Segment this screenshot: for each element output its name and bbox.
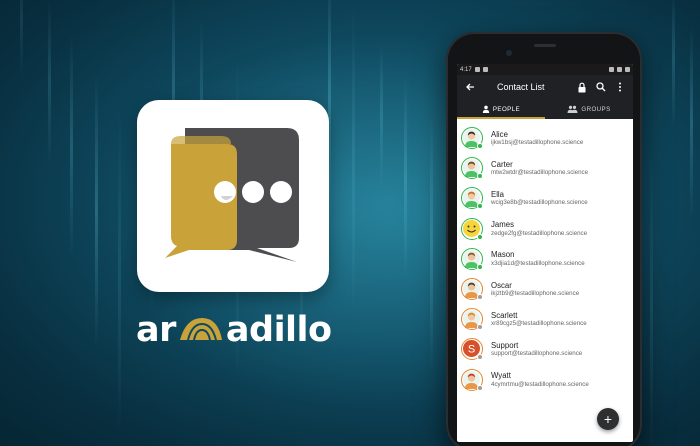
contact-row[interactable]: James zedge2fg@testadillophone.science bbox=[457, 214, 633, 244]
more-options-button[interactable] bbox=[613, 80, 627, 94]
contact-avatar bbox=[461, 308, 483, 331]
battery-icon bbox=[625, 67, 630, 72]
tab-people-label: PEOPLE bbox=[492, 105, 521, 113]
contact-name: Alice bbox=[491, 129, 508, 139]
contact-name: Wyatt bbox=[491, 371, 511, 381]
tab-bar: PEOPLE GROUPS bbox=[457, 99, 633, 119]
offline-status-dot bbox=[477, 384, 483, 391]
contact-email: wcig3e8b@testadillophone.science bbox=[491, 199, 588, 207]
matrix-streak bbox=[690, 26, 693, 220]
contact-info: Oscar ikjztb9@testadillophone.science bbox=[491, 281, 579, 298]
contact-info: James zedge2fg@testadillophone.science bbox=[491, 220, 587, 237]
contact-avatar: S bbox=[461, 338, 483, 361]
contact-row[interactable]: S Support support@testadillophone.science bbox=[457, 334, 633, 364]
online-status-dot bbox=[477, 233, 483, 240]
online-status-dot bbox=[477, 203, 483, 210]
phone-device: 4:17 Contact List PEOPLE GROUPS Alice ij… bbox=[446, 32, 642, 446]
contact-avatar bbox=[461, 127, 483, 150]
contact-name: Mason bbox=[491, 250, 515, 260]
more-vert-icon bbox=[619, 82, 621, 92]
offline-status-dot bbox=[477, 324, 483, 331]
person-icon bbox=[482, 105, 490, 113]
contact-name: James bbox=[491, 220, 514, 230]
contact-name: Oscar bbox=[491, 280, 512, 290]
matrix-streak bbox=[672, 0, 675, 130]
contact-row[interactable]: Carter mtw2wtdr@testadillophone.science bbox=[457, 153, 633, 183]
back-button[interactable] bbox=[463, 80, 477, 94]
phone-speaker bbox=[534, 44, 556, 47]
offline-status-dot bbox=[477, 294, 483, 301]
contact-row[interactable]: Ella wcig3e8b@testadillophone.science bbox=[457, 183, 633, 213]
back-arrow-icon bbox=[466, 83, 474, 91]
contact-info: Mason x3djia1d@testadillophone.science bbox=[491, 250, 585, 267]
search-button[interactable] bbox=[594, 80, 608, 94]
contact-info: Support support@testadillophone.science bbox=[491, 341, 582, 358]
app-bar: Contact List bbox=[457, 75, 633, 99]
wifi-icon bbox=[609, 67, 614, 72]
contact-avatar bbox=[461, 247, 483, 270]
contact-email: ikjztb9@testadillophone.science bbox=[491, 289, 580, 297]
contact-avatar bbox=[461, 157, 483, 180]
contact-info: Ella wcig3e8b@testadillophone.science bbox=[491, 190, 588, 207]
contact-row[interactable]: Oscar ikjztb9@testadillophone.science bbox=[457, 274, 633, 304]
contact-email: x3djia1d@testadillophone.science bbox=[491, 259, 585, 267]
lock-button[interactable] bbox=[575, 80, 589, 94]
matrix-streak bbox=[48, 0, 51, 170]
tab-groups-label: GROUPS bbox=[581, 105, 611, 113]
phone-camera bbox=[506, 50, 512, 56]
signal-icon bbox=[617, 67, 622, 72]
contact-email: support@testadillophone.science bbox=[491, 350, 583, 358]
notification-icon bbox=[482, 67, 488, 72]
contact-info: Scarlett xr89cgz5@testadillophone.science bbox=[491, 311, 587, 328]
contact-row[interactable]: Scarlett xr89cgz5@testadillophone.science bbox=[457, 304, 633, 334]
brand-name: armadillo bbox=[136, 308, 137, 352]
contact-avatar bbox=[461, 217, 483, 240]
contact-info: Wyatt 4cymrtmu@testadillophone.science bbox=[491, 371, 589, 388]
matrix-streak bbox=[20, 0, 23, 80]
active-tab-indicator bbox=[457, 117, 545, 119]
armadillo-mark-icon bbox=[179, 318, 222, 341]
contact-name: Support bbox=[491, 341, 519, 351]
contact-row[interactable]: Mason x3djia1d@testadillophone.science bbox=[457, 244, 633, 274]
contact-avatar bbox=[461, 278, 483, 301]
contact-name: Ella bbox=[491, 190, 505, 200]
group-icon bbox=[567, 105, 578, 113]
brand-text: armadillo ar adillo bbox=[136, 308, 332, 352]
phone-screen: 4:17 Contact List PEOPLE GROUPS Alice ij… bbox=[457, 64, 633, 442]
tab-people[interactable]: PEOPLE bbox=[457, 99, 545, 119]
search-icon bbox=[596, 82, 606, 92]
add-contact-button[interactable]: + bbox=[597, 408, 619, 430]
armadillo-app-icon bbox=[137, 100, 329, 292]
contact-info: Alice ijkw1bsj@testadillophone.science bbox=[491, 130, 583, 147]
offline-status-dot bbox=[477, 354, 483, 361]
contact-email: mtw2wtdr@testadillophone.science bbox=[491, 169, 589, 177]
contact-email: zedge2fg@testadillophone.science bbox=[491, 229, 588, 237]
lock-icon bbox=[578, 82, 586, 92]
contact-email: 4cymrtmu@testadillophone.science bbox=[491, 380, 589, 388]
contact-name: Scarlett bbox=[491, 310, 518, 320]
avatar-letter: S bbox=[468, 344, 475, 356]
contact-list: Alice ijkw1bsj@testadillophone.science Ca… bbox=[457, 119, 633, 395]
page-title: Contact List bbox=[497, 82, 545, 92]
online-status-dot bbox=[477, 143, 483, 150]
contact-email: xr89cgz5@testadillophone.science bbox=[491, 320, 587, 328]
online-status-dot bbox=[477, 173, 483, 180]
add-icon: + bbox=[603, 411, 613, 427]
contact-row[interactable]: Alice ijkw1bsj@testadillophone.science bbox=[457, 123, 633, 153]
contact-name: Carter bbox=[491, 159, 513, 169]
contact-avatar bbox=[461, 187, 483, 210]
status-time: 4:17 bbox=[460, 66, 472, 73]
tab-groups[interactable]: GROUPS bbox=[545, 99, 633, 119]
contact-info: Carter mtw2wtdr@testadillophone.science bbox=[491, 160, 588, 177]
contact-email: ijkw1bsj@testadillophone.science bbox=[491, 139, 584, 147]
contact-avatar bbox=[461, 368, 483, 391]
contact-row[interactable]: Wyatt 4cymrtmu@testadillophone.science bbox=[457, 365, 633, 395]
notification-icon bbox=[474, 67, 480, 72]
online-status-dot bbox=[477, 263, 483, 270]
brand-wordmark: armadillo ar adillo bbox=[136, 308, 336, 356]
chat-bubbles-logo bbox=[165, 128, 299, 262]
status-bar: 4:17 bbox=[457, 64, 633, 75]
